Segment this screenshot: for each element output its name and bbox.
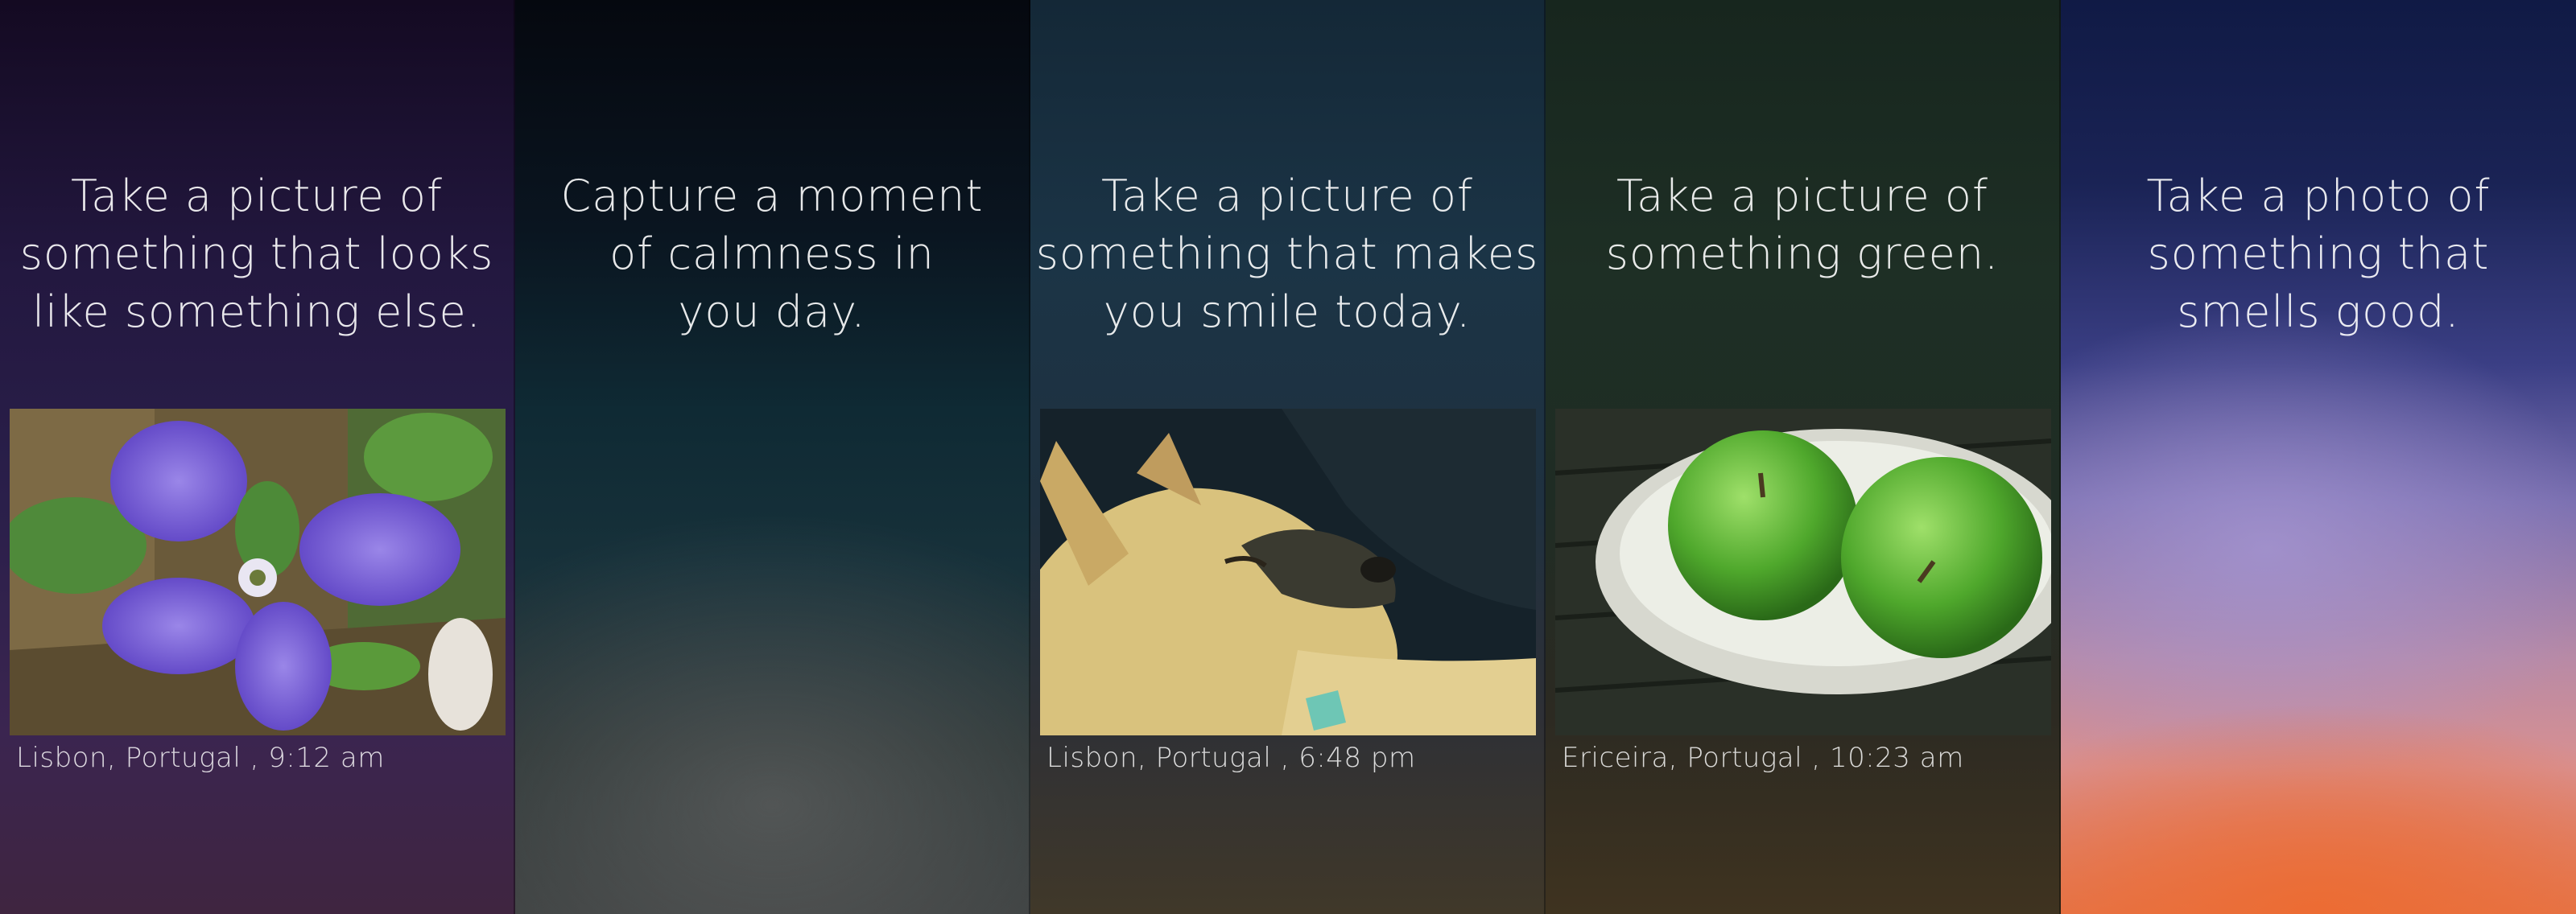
photo-caption: Ericeira, Portugal , 10:23 am xyxy=(1562,742,1964,774)
prompt-text: Take a picture of something green. xyxy=(1605,171,2000,279)
photo-green-apples[interactable] xyxy=(1555,409,2051,735)
prompt-text: Take a picture of something that looks l… xyxy=(19,171,494,337)
photo-violet-flower[interactable] xyxy=(10,409,506,735)
photo-caption: Lisbon, Portugal , 9:12 am xyxy=(16,742,385,774)
screen-smile: Take a picture of something that makes y… xyxy=(1030,0,1546,914)
screen-smells-good: Take a photo of something that smells go… xyxy=(2061,0,2576,914)
photo-caption: Lisbon, Portugal , 6:48 pm xyxy=(1046,742,1416,774)
screens-strip: Take a picture of something that looks l… xyxy=(0,0,2576,914)
screen-green: Take a picture of something green. Erice… xyxy=(1546,0,2061,914)
photo-sleeping-puppy[interactable] xyxy=(1040,409,1536,735)
prompt-text: Capture a moment of calmness in you day. xyxy=(560,171,984,337)
screen-violet: Take a picture of something that looks l… xyxy=(0,0,515,914)
screen-calmness: Capture a moment of calmness in you day. xyxy=(515,0,1030,914)
prompt-text: Take a photo of something that smells go… xyxy=(2146,171,2491,337)
prompt-text: Take a picture of something that makes y… xyxy=(1035,171,1539,337)
